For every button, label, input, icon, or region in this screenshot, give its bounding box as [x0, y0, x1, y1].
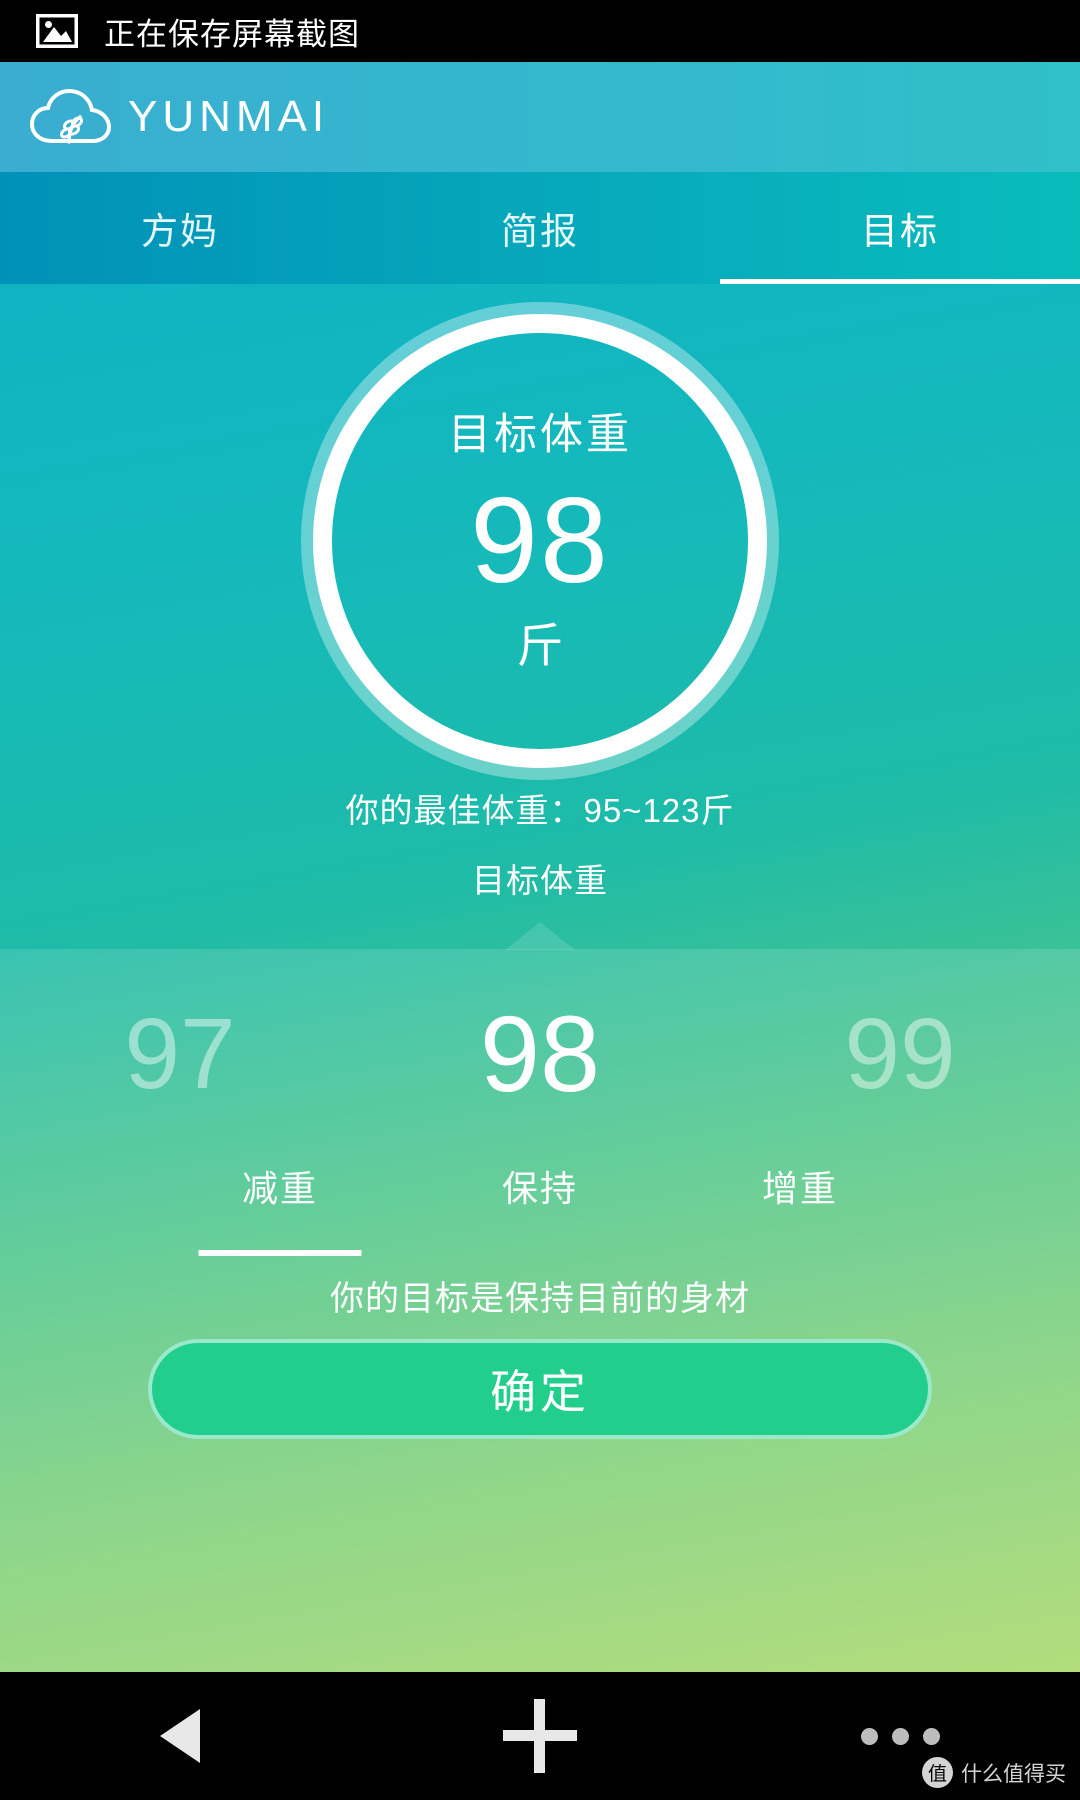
- dial-content: 目标体重 98 斤: [301, 302, 779, 780]
- nav-recents-button[interactable]: [720, 1727, 1080, 1745]
- android-status-bar: 正在保存屏幕截图: [0, 0, 1080, 62]
- picker-prev-value[interactable]: 97: [0, 1004, 360, 1104]
- picker-caption: 目标体重: [472, 862, 608, 899]
- nav-home-button[interactable]: [360, 1699, 720, 1773]
- tab-mubiao[interactable]: 目标: [720, 172, 1080, 284]
- dial-title: 目标体重: [448, 411, 632, 460]
- goal-screen-body: 目标体重 98 斤 你的最佳体重：95~123斤 目标体重 97 98 99 减…: [0, 284, 1080, 1672]
- watermark-text: 什么值得买: [961, 1762, 1066, 1786]
- mode-maintain[interactable]: 保持: [410, 1154, 670, 1250]
- goal-picker-sheet: 97 98 99 减重 保持 增重 你的目标是保持目前的身材 确定: [0, 922, 1080, 1672]
- tab-fangma-label: 方妈: [141, 211, 219, 252]
- watermark-badge: 值: [922, 1757, 953, 1788]
- main-tab-bar: 方妈 简报 目标: [0, 172, 1080, 284]
- mode-maintain-label: 保持: [501, 1168, 578, 1209]
- brand-name: YUNMAI: [128, 92, 330, 141]
- mode-lose-weight[interactable]: 减重: [150, 1154, 410, 1256]
- goal-hint-text: 你的目标是保持目前的身材: [330, 1280, 750, 1318]
- watermark: 值 什么值得买: [922, 1757, 1066, 1788]
- best-weight-text: 你的最佳体重：95~123斤: [345, 792, 735, 829]
- cloud-wheat-logo-icon: [28, 86, 114, 148]
- mode-underline: [198, 1250, 362, 1256]
- mode-gain-weight[interactable]: 增重: [670, 1154, 930, 1250]
- nav-back-button[interactable]: [0, 1709, 360, 1763]
- dial-value: 98: [470, 472, 610, 609]
- app-window: YUNMAI 方妈 简报 目标 目标体重 98 斤 你的最佳体重：95~123斤…: [0, 62, 1080, 1672]
- plus-icon: [503, 1699, 577, 1773]
- weight-picker[interactable]: 97 98 99: [0, 979, 1080, 1129]
- target-weight-dial[interactable]: 目标体重 98 斤: [301, 302, 779, 780]
- sheet-arrow-icon: [505, 922, 575, 950]
- tab-jianbao-label: 简报: [501, 211, 579, 252]
- goal-mode-tabs: 减重 保持 增重: [0, 1154, 1080, 1256]
- back-triangle-icon: [160, 1709, 200, 1763]
- picker-next-value[interactable]: 99: [720, 1004, 1080, 1104]
- confirm-button[interactable]: 确定: [148, 1339, 932, 1439]
- picker-current-value[interactable]: 98: [360, 1000, 720, 1108]
- tab-jianbao[interactable]: 简报: [360, 172, 720, 284]
- dial-unit: 斤: [516, 618, 564, 672]
- image-icon: [36, 14, 78, 48]
- mode-gain-weight-label: 增重: [761, 1168, 838, 1209]
- mode-lose-weight-label: 减重: [241, 1168, 318, 1209]
- tab-fangma[interactable]: 方妈: [0, 172, 360, 284]
- android-navigation-bar: [0, 1672, 1080, 1800]
- three-dots-icon: [860, 1727, 940, 1745]
- brand-logo: YUNMAI: [28, 86, 329, 148]
- status-bar-text: 正在保存屏幕截图: [104, 16, 360, 52]
- brand-header: YUNMAI: [0, 62, 1080, 172]
- tab-mubiao-label: 目标: [861, 211, 939, 252]
